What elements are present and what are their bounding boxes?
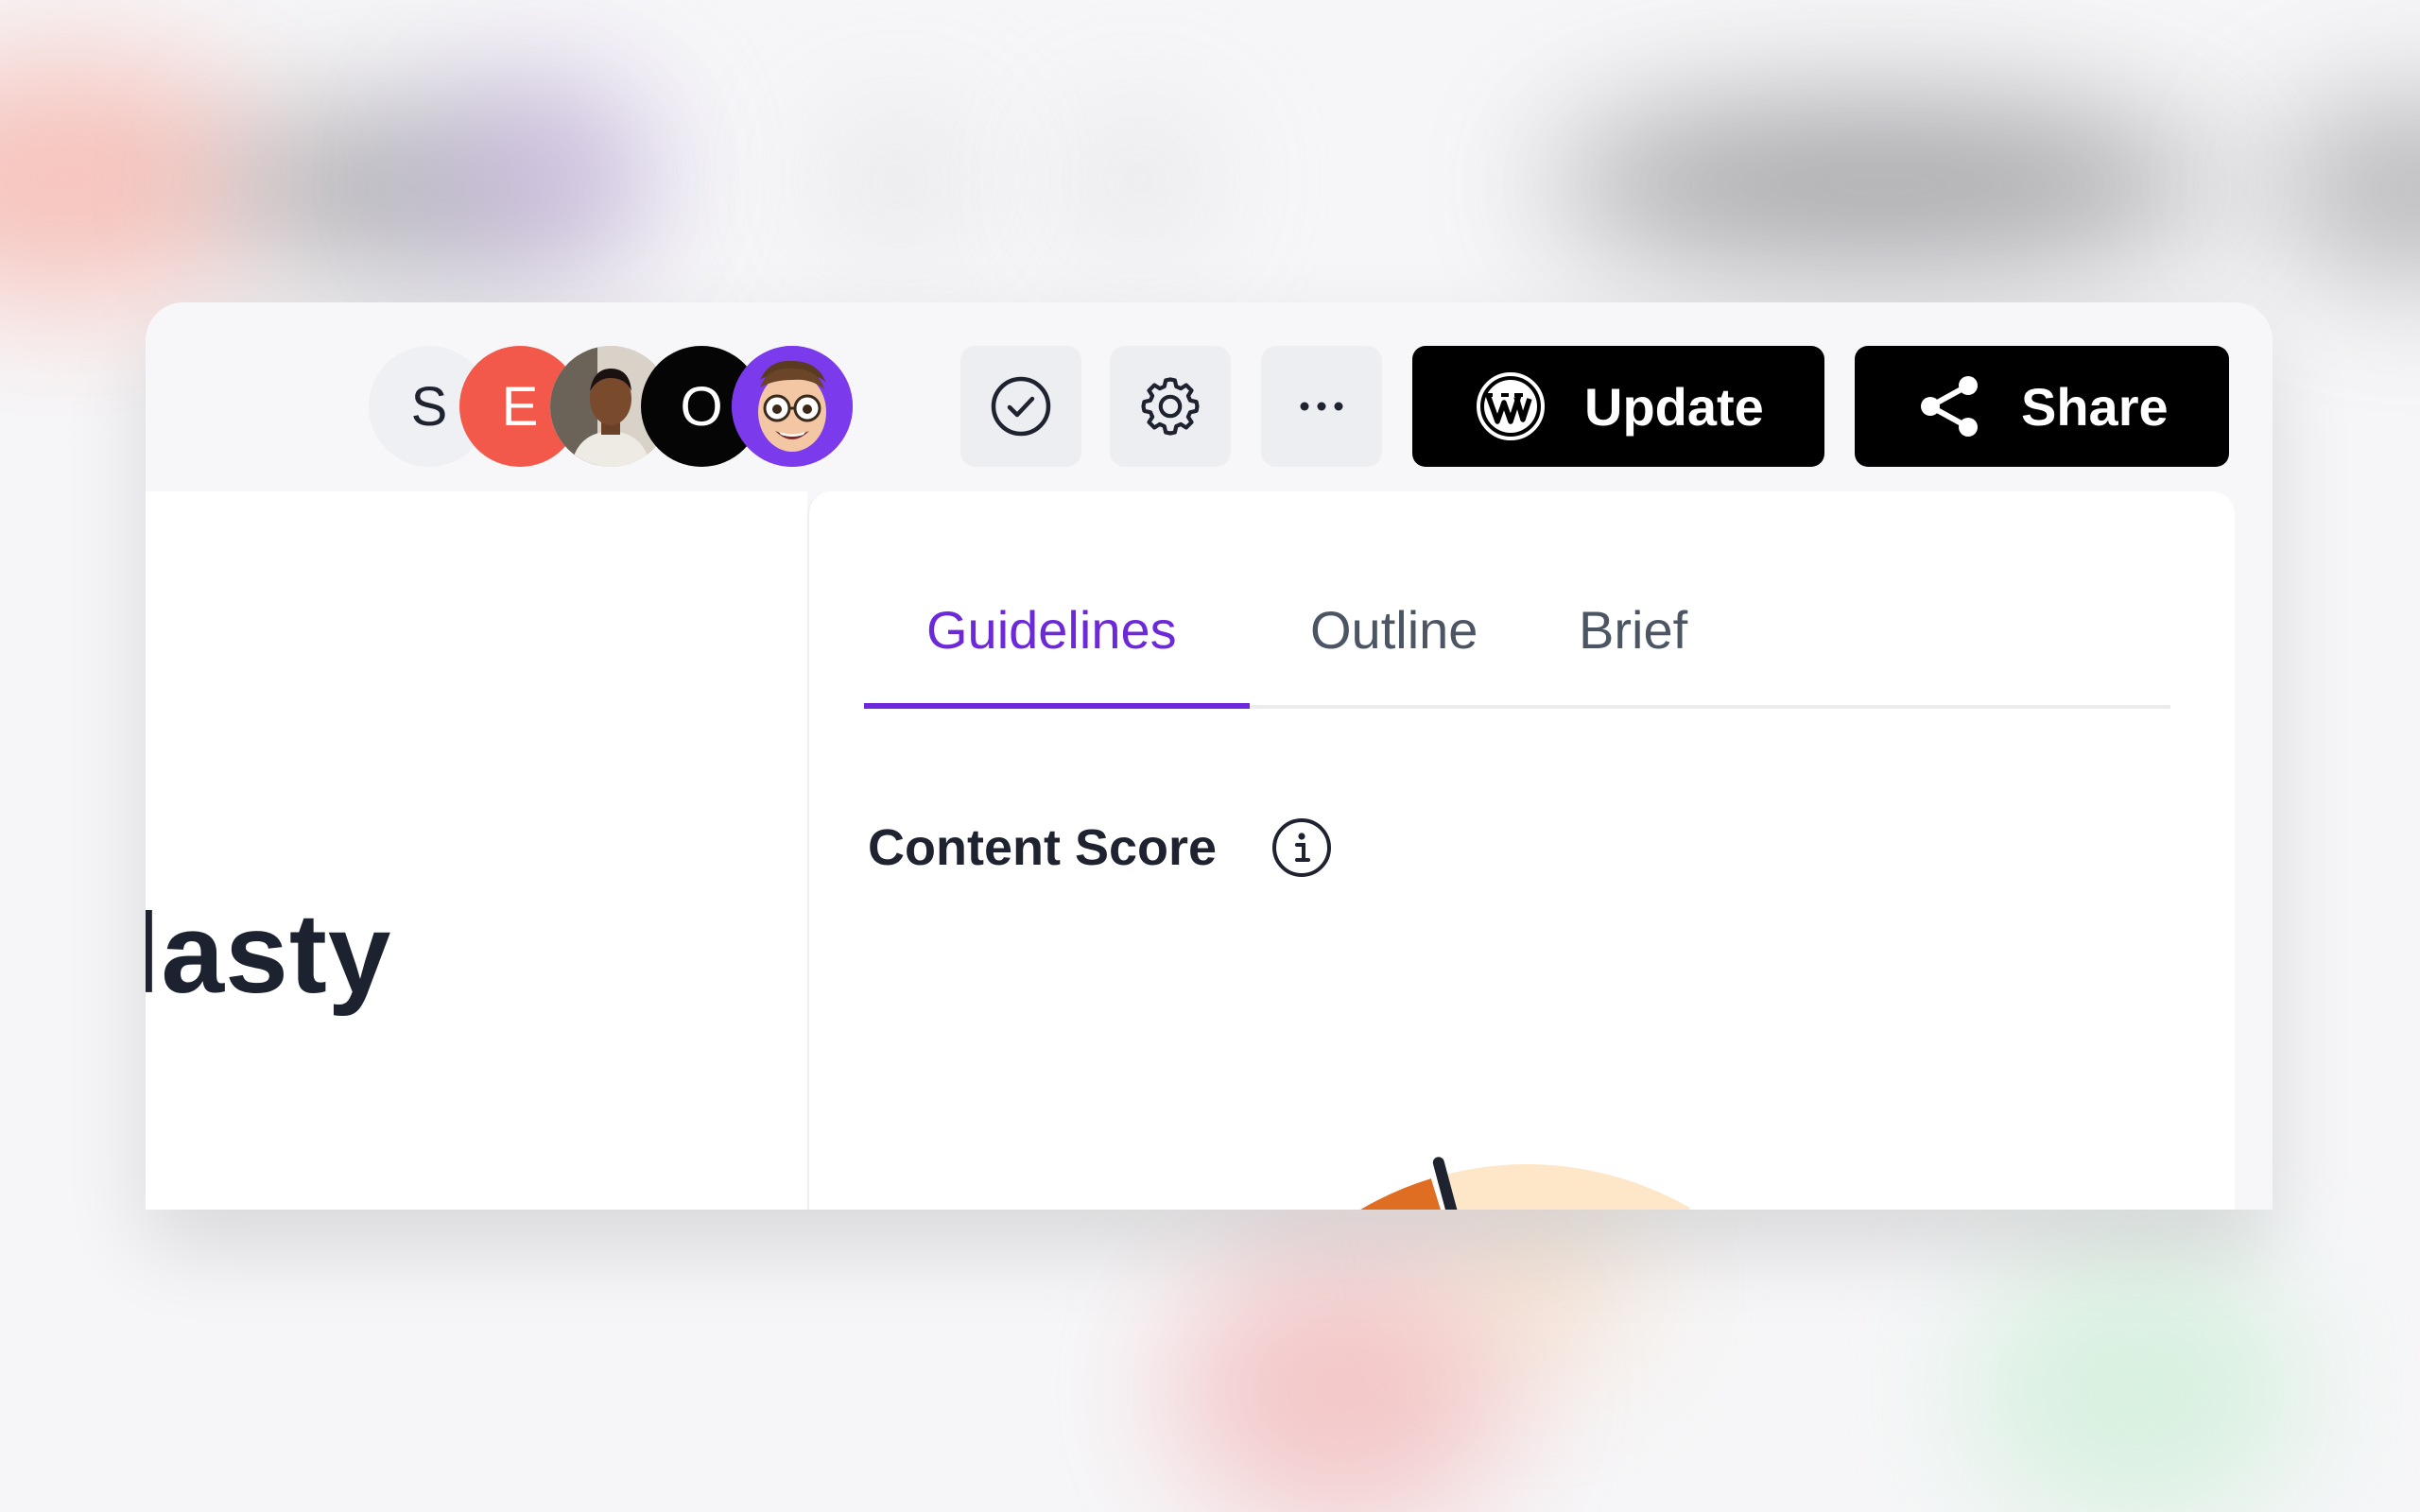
- share-button-label: Share: [2021, 376, 2169, 437]
- guidelines-panel: Guidelines Outline Brief Content Score: [807, 491, 2235, 1210]
- share-button[interactable]: Share: [1855, 346, 2229, 467]
- check-circle-icon: [991, 376, 1051, 437]
- memoji-face-icon: [732, 346, 853, 467]
- top-toolbar: S E O Update Share: [146, 302, 2273, 491]
- update-button[interactable]: Update: [1412, 346, 1824, 467]
- document-heading[interactable]: lasty: [146, 888, 392, 1019]
- wordpress-icon: [1475, 370, 1547, 442]
- more-options-button[interactable]: [1261, 346, 1382, 467]
- gear-icon: [1141, 377, 1200, 436]
- document-editor[interactable]: lasty: [146, 491, 807, 1210]
- settings-button[interactable]: [1110, 346, 1231, 467]
- editor-window: S E O Update Share lasty Guidelines Outl…: [146, 302, 2273, 1210]
- share-icon: [1917, 373, 1983, 439]
- gauge-segment-orange: [1360, 1178, 1441, 1210]
- gauge-segment-peach: [1447, 1164, 1690, 1210]
- content-score-gauge: [1360, 1157, 1690, 1210]
- mark-complete-button[interactable]: [960, 346, 1081, 467]
- update-button-label: Update: [1584, 376, 1764, 437]
- avatar-memoji[interactable]: [732, 346, 853, 467]
- more-horizontal-icon: [1300, 402, 1343, 411]
